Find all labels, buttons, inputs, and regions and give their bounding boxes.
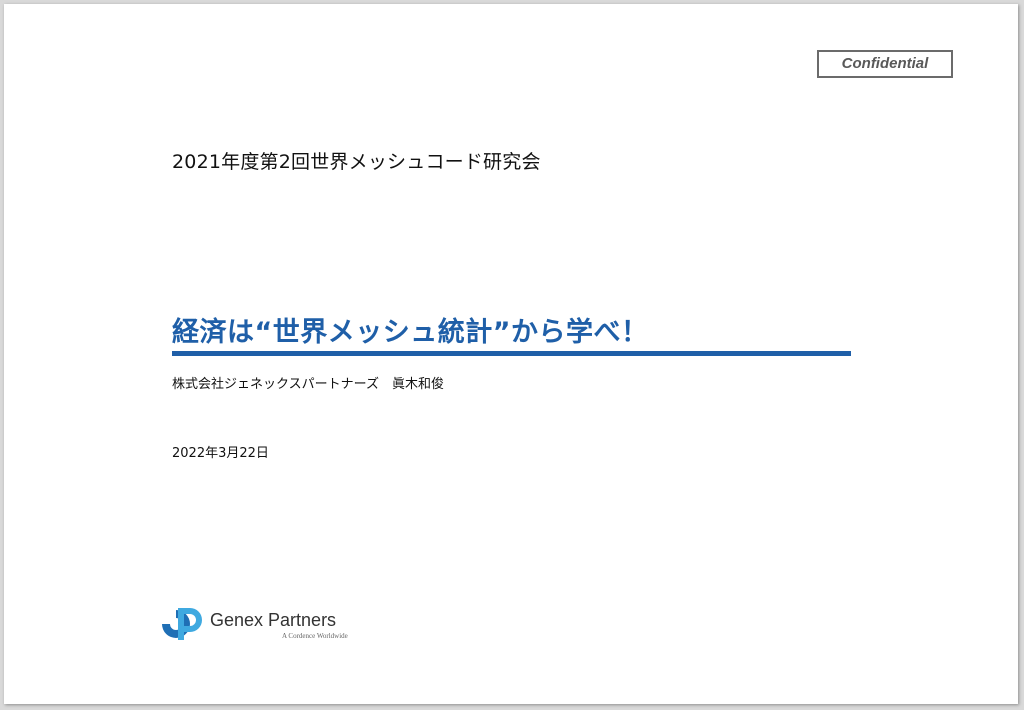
presenter-name: 株式会社ジェネックスパートナーズ 眞木和俊 — [172, 377, 444, 392]
logo-tagline: A Cordence Worldwide — [282, 632, 348, 640]
main-title: 経済は“世界メッシュ統計”から学べ！ — [172, 317, 649, 348]
event-title: 2021年度第2回世界メッシュコード研究会 — [172, 151, 541, 173]
slide-page: Confidential 2021年度第2回世界メッシュコード研究会 経済は“世… — [4, 4, 1018, 704]
confidential-badge: Confidential — [817, 50, 953, 78]
logo-company-name: Genex Partners — [210, 610, 337, 630]
genex-logo-mark-icon — [162, 608, 202, 640]
presentation-date: 2022年3月22日 — [172, 446, 269, 461]
company-logo: Genex Partners A Cordence Worldwide — [158, 604, 358, 644]
title-underline — [172, 351, 851, 356]
